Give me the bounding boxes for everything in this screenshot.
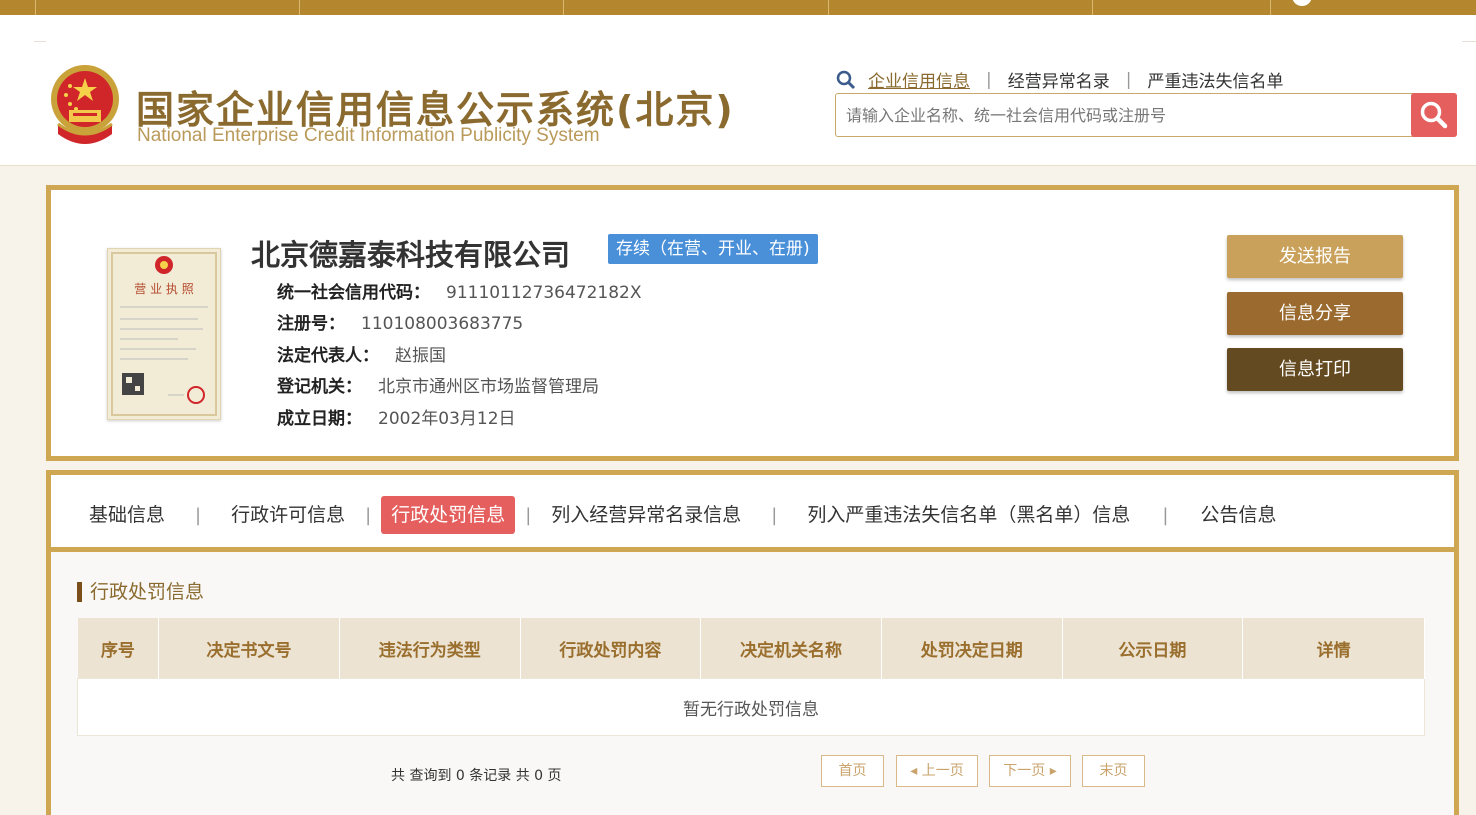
nav-divider (299, 0, 300, 15)
field-label: 法定代表人： (277, 346, 379, 366)
link-separator: | (1125, 69, 1132, 90)
send-report-button[interactable]: 发送报告 (1227, 235, 1403, 278)
search-icon (1420, 101, 1448, 129)
site-header: 国家企业信用信息公示系统(北京) National Enterprise Cre… (0, 15, 1476, 166)
field-reg-number: 注册号： 110108003683775 (277, 309, 523, 334)
divider (34, 41, 46, 42)
tab-announcements[interactable]: 公告信息 (1190, 496, 1286, 534)
field-value: 赵振国 (395, 346, 446, 366)
company-card: 营 业 执 照 北京德嘉泰科技有限公司 存续（在营、开业、在册) 统一社会信用代… (46, 185, 1459, 461)
search-input[interactable] (844, 94, 1408, 136)
field-reg-authority: 登记机关： 北京市通州区市场监督管理局 (277, 372, 599, 397)
col-header-penalty-content: 行政处罚内容 (520, 618, 702, 679)
col-header-details: 详情 (1242, 618, 1425, 679)
tab-basic-info[interactable]: 基础信息 (79, 496, 175, 534)
table-header-row: 序号 决定书文号 违法行为类型 行政处罚内容 决定机关名称 处罚决定日期 公示日… (77, 618, 1425, 679)
tab-separator: | (195, 504, 202, 526)
table-row: 暂无行政处罚信息 (77, 678, 1425, 736)
nav-divider (828, 0, 829, 15)
link-abnormal-list[interactable]: 经营异常名录 (1008, 67, 1110, 92)
nav-divider (35, 0, 36, 15)
tab-bar: 基础信息 | 行政许可信息 | 行政处罚信息 | 列入经营异常名录信息 | 列入… (51, 483, 1454, 552)
license-thumbnail: 营 业 执 照 (111, 252, 217, 416)
nav-divider (1092, 0, 1093, 15)
tab-abnormal-list[interactable]: 列入经营异常名录信息 (541, 496, 751, 534)
tab-admin-license[interactable]: 行政许可信息 (221, 496, 355, 534)
field-label: 统一社会信用代码： (277, 283, 430, 303)
empty-message: 暂无行政处罚信息 (77, 678, 1425, 736)
col-header-authority: 决定机关名称 (700, 618, 882, 679)
nav-divider (1270, 0, 1271, 15)
next-page-button[interactable]: 下一页 ▸ (989, 755, 1071, 787)
link-blacklist[interactable]: 严重违法失信名单 (1147, 67, 1283, 92)
field-label: 注册号： (277, 314, 345, 334)
site-subtitle: National Enterprise Credit Information P… (137, 125, 600, 146)
field-founded-date: 成立日期： 2002年03月12日 (277, 404, 516, 429)
field-value: 北京市通州区市场监督管理局 (378, 377, 599, 397)
col-header-violation-type: 违法行为类型 (339, 618, 521, 679)
tab-separator: | (365, 504, 372, 526)
print-button[interactable]: 信息打印 (1227, 348, 1403, 391)
business-license-image[interactable]: 营 业 执 照 (107, 248, 221, 420)
tab-separator: | (1162, 504, 1169, 526)
field-credit-code: 统一社会信用代码： 91110112736472182X (277, 278, 642, 303)
license-title: 营 业 执 照 (134, 282, 193, 296)
link-credit-info[interactable]: 企业信用信息 (868, 67, 970, 92)
link-separator: | (986, 69, 992, 90)
field-label: 成立日期： (277, 409, 362, 429)
tab-separator: | (525, 504, 532, 526)
header-links: 企业信用信息 | 经营异常名录 | 严重违法失信名单 (836, 67, 1283, 92)
penalty-table: 序号 决定书文号 违法行为类型 行政处罚内容 决定机关名称 处罚决定日期 公示日… (77, 618, 1425, 736)
last-page-button[interactable]: 末页 (1082, 755, 1145, 787)
col-header-decision-date: 处罚决定日期 (881, 618, 1063, 679)
col-header-doc-number: 决定书文号 (158, 618, 340, 679)
tab-admin-penalty[interactable]: 行政处罚信息 (381, 496, 516, 534)
field-label: 登记机关： (277, 377, 362, 397)
tab-blacklist[interactable]: 列入严重违法失信名单（黑名单）信息 (797, 496, 1140, 534)
status-badge: 存续（在营、开业、在册) (608, 234, 818, 264)
search-icon (836, 70, 856, 89)
divider (1462, 41, 1476, 42)
user-icon[interactable] (1292, 0, 1312, 6)
tab-separator: | (771, 504, 778, 526)
search-box (835, 93, 1457, 137)
pager-info: 共 查询到 0 条记录 共 0 页 (391, 768, 562, 784)
nav-divider (563, 0, 564, 15)
company-name: 北京德嘉泰科技有限公司 (251, 238, 571, 272)
top-nav-bar (0, 0, 1476, 15)
info-panel: 基础信息 | 行政许可信息 | 行政处罚信息 | 列入经营异常名录信息 | 列入… (46, 470, 1459, 815)
section-title: 行政处罚信息 (77, 582, 204, 602)
field-legal-rep: 法定代表人： 赵振国 (277, 341, 446, 366)
tab-content: 行政处罚信息 序号 决定书文号 违法行为类型 行政处罚内容 决定机关名称 处罚决… (51, 552, 1454, 815)
col-header-publish-date: 公示日期 (1062, 618, 1244, 679)
share-button[interactable]: 信息分享 (1227, 292, 1403, 335)
field-value: 91110112736472182X (446, 283, 642, 303)
field-value: 2002年03月12日 (378, 409, 516, 429)
first-page-button[interactable]: 首页 (821, 755, 884, 787)
field-value: 110108003683775 (361, 314, 524, 334)
national-emblem-icon[interactable] (48, 64, 122, 156)
col-header-index: 序号 (77, 618, 160, 679)
prev-page-button[interactable]: ◂ 上一页 (896, 755, 978, 787)
search-button[interactable] (1411, 93, 1457, 137)
